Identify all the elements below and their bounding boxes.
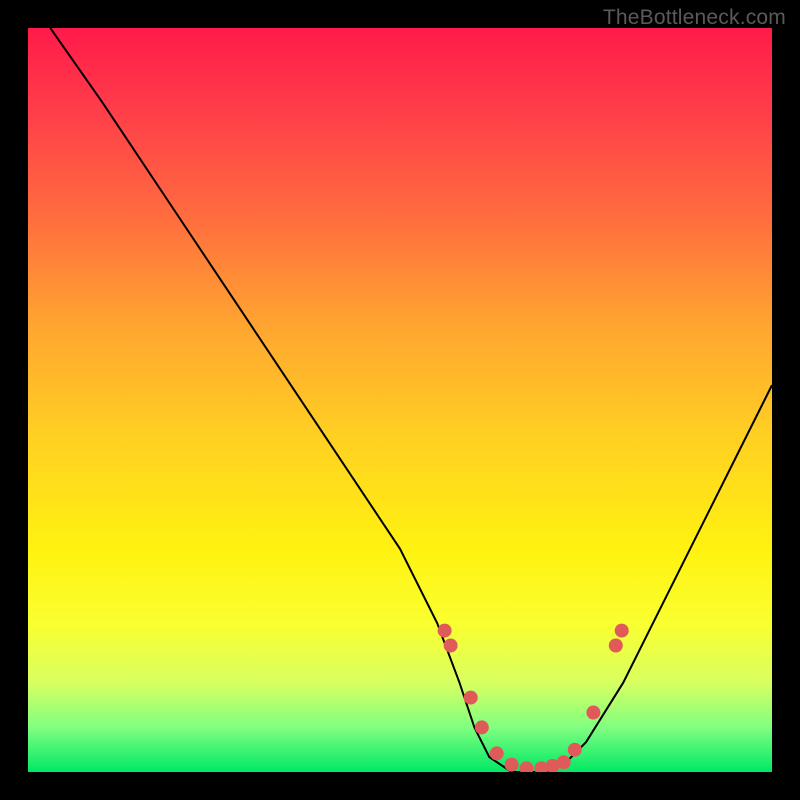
data-point — [444, 639, 458, 653]
data-point — [557, 755, 571, 769]
watermark-text: TheBottleneck.com — [603, 6, 786, 30]
data-point — [464, 691, 478, 705]
data-point — [438, 624, 452, 638]
chart-svg — [28, 28, 772, 772]
data-point — [609, 639, 623, 653]
data-point — [475, 720, 489, 734]
data-point — [586, 706, 600, 720]
data-point — [505, 758, 519, 772]
data-point — [490, 746, 504, 760]
data-point — [568, 743, 582, 757]
bottleneck-curve — [50, 28, 772, 772]
data-point — [520, 761, 534, 772]
data-point — [615, 624, 629, 638]
chart-area — [28, 28, 772, 772]
